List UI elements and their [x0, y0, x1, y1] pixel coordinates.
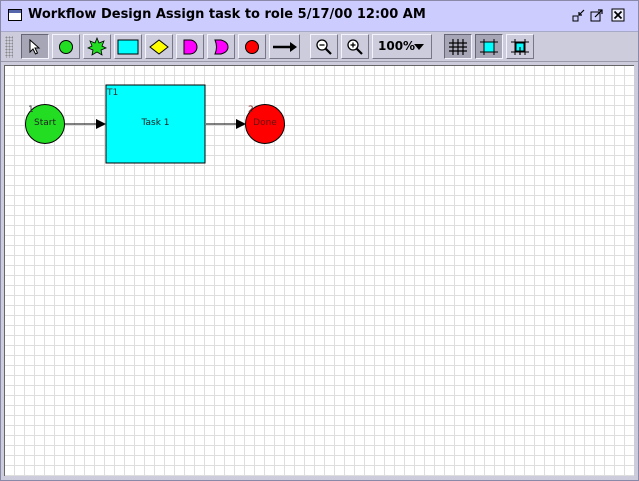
- start-node-id-label: 1: [28, 105, 34, 115]
- task-node-text: Task 1: [141, 118, 170, 128]
- zoom-in-icon: [347, 38, 363, 55]
- align-grid-icon: [511, 38, 529, 55]
- grid-toggle-button[interactable]: [444, 34, 472, 59]
- maximize-window-icon[interactable]: [590, 8, 604, 22]
- zoom-in-button[interactable]: [341, 34, 369, 59]
- magenta-or-gate-icon: [214, 39, 229, 54]
- zoom-out-icon: [316, 38, 332, 55]
- start-node-tool-button[interactable]: [52, 34, 80, 59]
- green-star-icon: [87, 36, 107, 56]
- red-circle-icon: [245, 39, 259, 54]
- decision-node-tool-button[interactable]: [145, 34, 173, 59]
- zoom-level-value: 100%: [378, 39, 416, 53]
- done-node-id-label: 2: [248, 105, 254, 115]
- pointer-arrow-icon: [29, 38, 41, 55]
- align-grid-toggle-button[interactable]: [506, 34, 534, 59]
- zoom-out-button[interactable]: [310, 34, 338, 59]
- workflow-design-window: Workflow Design Assign task to role 5/17…: [0, 0, 639, 481]
- grid-icon: [449, 38, 467, 55]
- close-window-icon[interactable]: [611, 8, 625, 22]
- event-node-tool-button[interactable]: [83, 34, 111, 59]
- diagram-layer: [25, 84, 285, 164]
- zoom-level-dropdown[interactable]: 100%: [372, 34, 432, 59]
- toolbar-grip[interactable]: [5, 36, 13, 58]
- snap-to-grid-toggle-button[interactable]: [475, 34, 503, 59]
- arrow-right-icon: [272, 41, 297, 52]
- restore-window-icon[interactable]: [572, 8, 586, 22]
- window-icon: [8, 9, 22, 21]
- transition-tool-button[interactable]: [269, 34, 300, 59]
- or-node-tool-button[interactable]: [207, 34, 235, 59]
- task-node-tool-button[interactable]: [114, 34, 142, 59]
- window-title: Workflow Design Assign task to role 5/17…: [28, 7, 426, 22]
- done-node-text: Done: [253, 118, 277, 128]
- task-node-id-label: T1: [107, 88, 119, 98]
- green-circle-icon: [59, 39, 73, 54]
- chevron-down-icon: [414, 44, 424, 50]
- title-bar[interactable]: Workflow Design Assign task to role 5/17…: [1, 1, 638, 32]
- select-tool-button[interactable]: [21, 34, 49, 59]
- end-node-tool-button[interactable]: [238, 34, 266, 59]
- cyan-rectangle-icon: [117, 39, 139, 54]
- snap-grid-icon: [480, 38, 498, 55]
- and-node-tool-button[interactable]: [176, 34, 204, 59]
- start-node-text: Start: [34, 118, 56, 128]
- magenta-and-gate-icon: [183, 39, 198, 54]
- yellow-diamond-icon: [149, 38, 169, 55]
- diagram-canvas[interactable]: 1 Start T1 Task 1 2 Done: [4, 65, 634, 476]
- diagram-toolbar: 100%: [1, 32, 638, 62]
